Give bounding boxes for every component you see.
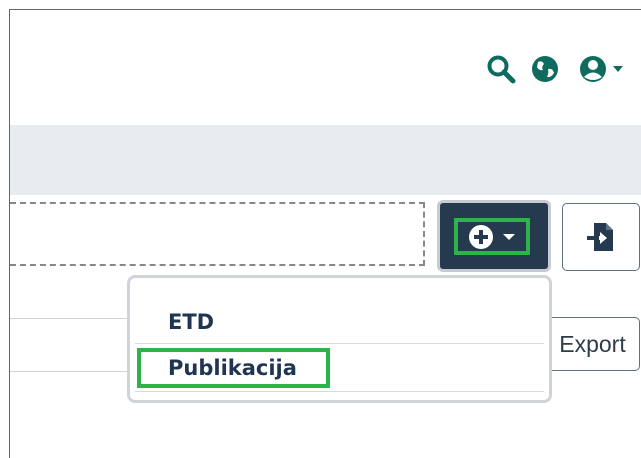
- add-new-button[interactable]: [437, 200, 551, 272]
- menu-divider: [135, 343, 544, 344]
- search-icon[interactable]: [484, 52, 518, 86]
- add-button-highlight: [454, 218, 530, 255]
- export-button[interactable]: Export: [545, 317, 640, 371]
- menu-divider: [135, 391, 544, 392]
- caret-down-icon: [613, 66, 623, 72]
- file-dropzone[interactable]: [10, 202, 425, 266]
- user-icon: [580, 56, 606, 82]
- header: [10, 10, 641, 125]
- plus-circle-icon: [469, 224, 493, 249]
- caret-down-icon: [503, 233, 515, 240]
- globe-icon[interactable]: [528, 52, 562, 86]
- page-frame: Export ETD Publikacija: [9, 9, 641, 458]
- menu-item-publikacija[interactable]: Publikacija: [130, 346, 549, 390]
- import-icon: [587, 223, 613, 251]
- sub-header-bar: [10, 125, 641, 195]
- add-dropdown-menu: ETD Publikacija: [127, 275, 552, 403]
- user-menu[interactable]: [578, 52, 630, 86]
- menu-item-etd[interactable]: ETD: [130, 300, 549, 344]
- import-button[interactable]: [562, 203, 640, 271]
